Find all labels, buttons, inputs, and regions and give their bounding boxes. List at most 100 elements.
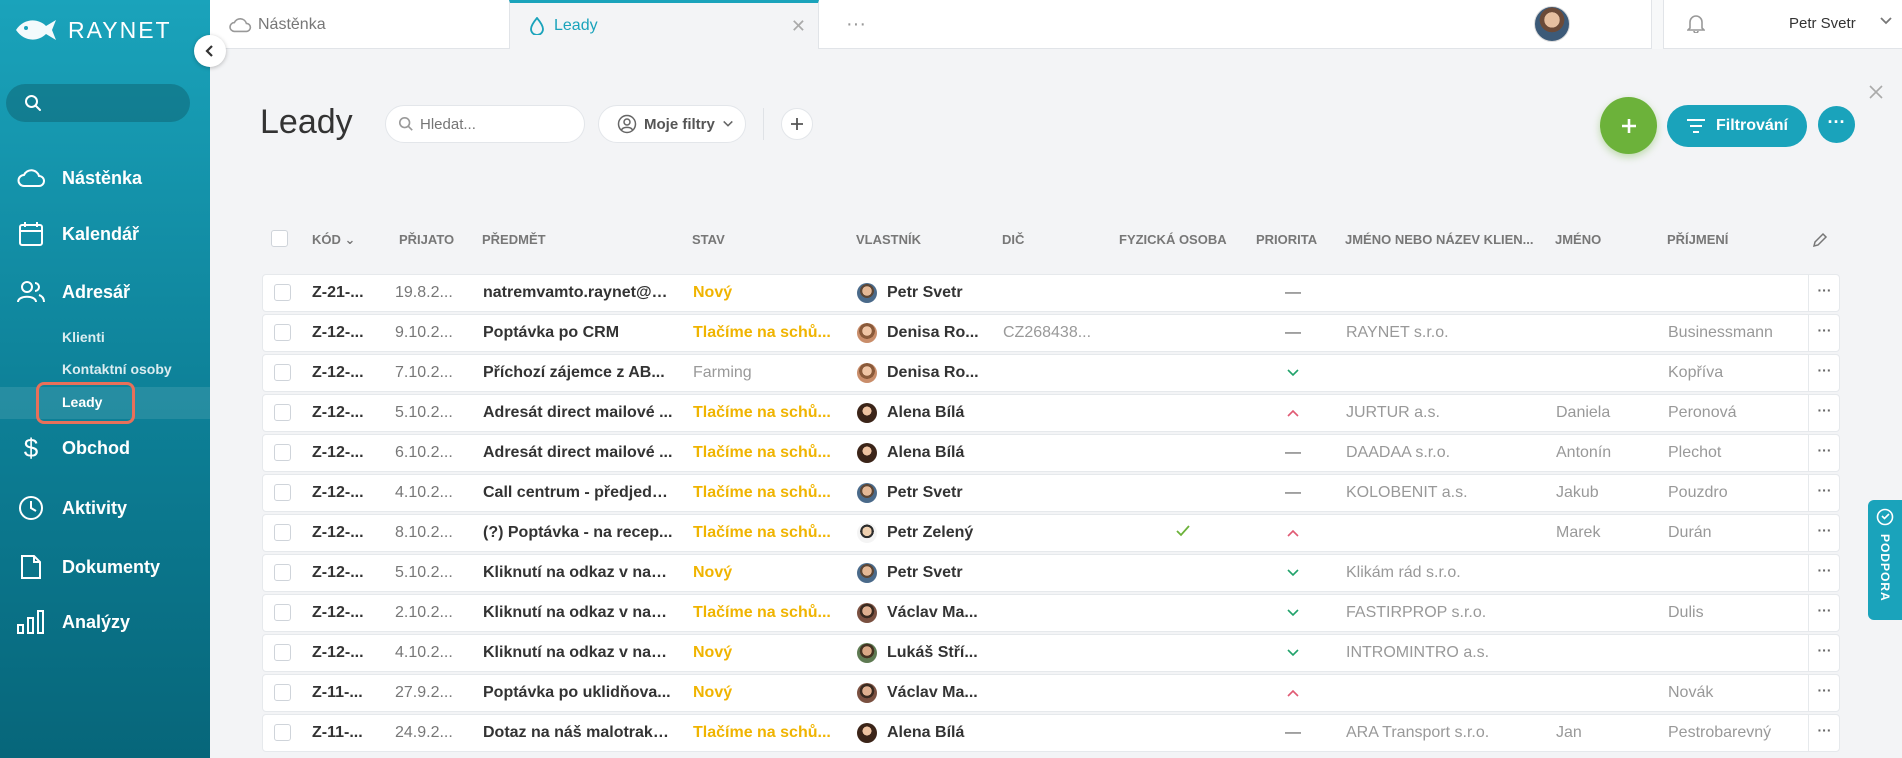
cell-klient[interactable] — [1346, 355, 1536, 391]
column-header-fyzicka-osoba[interactable]: FYZICKÁ OSOBA — [1119, 232, 1227, 247]
row-menu-button[interactable]: ··· — [1808, 475, 1840, 511]
sidebar-search[interactable] — [6, 84, 190, 122]
row-checkbox[interactable] — [274, 444, 291, 461]
row-menu-button[interactable]: ··· — [1808, 395, 1840, 431]
table-row[interactable]: Z-12-... 5.10.2... Kliknutí na odkaz v naš… — [262, 554, 1840, 592]
more-options-button[interactable]: ··· — [1818, 106, 1855, 143]
cell-klient[interactable]: FASTIRPROP s.r.o. — [1346, 595, 1536, 631]
cell-klient[interactable]: INTROMINTRO a.s. — [1346, 635, 1536, 671]
edit-columns-icon[interactable] — [1812, 232, 1828, 251]
sidebar-item-kalendar[interactable]: Kalendář — [0, 214, 210, 254]
row-checkbox[interactable] — [274, 644, 291, 661]
table-row[interactable]: Z-12-... 6.10.2... Adresát direct mailové … — [262, 434, 1840, 472]
row-menu-button[interactable]: ··· — [1808, 355, 1840, 391]
cell-klient[interactable]: DAADAA s.r.o. — [1346, 435, 1536, 471]
sidebar-collapse-button[interactable] — [194, 35, 226, 67]
my-filters-dropdown[interactable]: Moje filtry — [598, 105, 746, 143]
cell-kod[interactable]: Z-12-... — [312, 315, 368, 351]
row-menu-button[interactable]: ··· — [1808, 315, 1840, 351]
cell-vlastnik[interactable]: Václav Ma... — [857, 675, 997, 711]
cell-kod[interactable]: Z-12-... — [312, 395, 368, 431]
sidebar-sub-klienti[interactable]: Klienti — [62, 329, 105, 345]
cell-kod[interactable]: Z-12-... — [312, 355, 368, 391]
column-header-prijato[interactable]: PŘIJATO — [399, 232, 454, 247]
search-field[interactable] — [385, 105, 585, 143]
table-row[interactable]: Z-11-... 24.9.2... Dotaz na náš malotrakto… — [262, 714, 1840, 752]
sidebar-item-nastenka[interactable]: Nástěnka — [0, 158, 210, 198]
chevron-down-icon[interactable] — [1879, 14, 1893, 33]
row-checkbox[interactable] — [274, 684, 291, 701]
cell-klient[interactable]: KOLOBENIT a.s. — [1346, 475, 1536, 511]
cell-kod[interactable]: Z-12-... — [312, 635, 368, 671]
cell-vlastnik[interactable]: Lukáš Stří... — [857, 635, 997, 671]
row-checkbox[interactable] — [274, 564, 291, 581]
bell-icon[interactable] — [1686, 13, 1706, 38]
cell-kod[interactable]: Z-21-... — [312, 275, 368, 311]
sidebar-item-adresar[interactable]: Adresář — [0, 272, 210, 312]
row-checkbox[interactable] — [274, 284, 291, 301]
cell-klient[interactable] — [1346, 275, 1536, 311]
table-row[interactable]: Z-12-... 8.10.2... (?) Poptávka - na recep… — [262, 514, 1840, 552]
tab-close-icon[interactable]: ✕ — [791, 16, 806, 37]
cell-klient[interactable] — [1346, 515, 1536, 551]
cell-vlastnik[interactable]: Alena Bílá — [857, 715, 997, 751]
cell-vlastnik[interactable]: Václav Ma... — [857, 595, 997, 631]
cell-predmet[interactable]: Call centrum - předjedn... — [483, 475, 673, 511]
row-menu-button[interactable]: ··· — [1808, 715, 1840, 751]
column-header-vlastnik[interactable]: VLASTNÍK — [856, 232, 921, 247]
row-menu-button[interactable]: ··· — [1808, 515, 1840, 551]
cell-predmet[interactable]: Kliknutí na odkaz v naš... — [483, 595, 673, 631]
sidebar-item-aktivity[interactable]: Aktivity — [0, 488, 210, 528]
table-row[interactable]: Z-21-... 19.8.2... natremvamto.raynet@c...… — [262, 274, 1840, 312]
cell-vlastnik[interactable]: Petr Zelený — [857, 515, 997, 551]
table-row[interactable]: Z-12-... 2.10.2... Kliknutí na odkaz v naš… — [262, 594, 1840, 632]
cell-kod[interactable]: Z-11-... — [312, 675, 368, 711]
table-row[interactable]: Z-12-... 7.10.2... Příchozí zájemce z AB..… — [262, 354, 1840, 392]
column-header-predmet[interactable]: PŘEDMĚT — [482, 232, 546, 247]
search-input[interactable] — [420, 115, 570, 133]
cell-kod[interactable]: Z-12-... — [312, 475, 368, 511]
row-menu-button[interactable]: ··· — [1808, 675, 1840, 711]
more-tabs-button[interactable]: ··· — [846, 0, 886, 49]
cell-predmet[interactable]: Poptávka po uklidňova... — [483, 675, 673, 711]
cell-klient[interactable] — [1346, 675, 1536, 711]
close-icon[interactable] — [1868, 84, 1884, 105]
cell-predmet[interactable]: Kliknutí na odkaz v naš... — [483, 555, 673, 591]
cell-predmet[interactable]: Poptávka po CRM — [483, 315, 673, 351]
cell-predmet[interactable]: Dotaz na náš malotraktor — [483, 715, 673, 751]
sidebar-item-analyzy[interactable]: Analýzy — [0, 602, 210, 642]
table-row[interactable]: Z-12-... 4.10.2... Call centrum - předjedn… — [262, 474, 1840, 512]
sidebar-item-dokumenty[interactable]: Dokumenty — [0, 547, 210, 587]
row-checkbox[interactable] — [274, 724, 291, 741]
cell-predmet[interactable]: natremvamto.raynet@c... — [483, 275, 673, 311]
sidebar-item-obchod[interactable]: $ Obchod — [0, 428, 210, 468]
cell-klient[interactable]: ARA Transport s.r.o. — [1346, 715, 1536, 751]
table-row[interactable]: Z-12-... 4.10.2... Kliknutí na odkaz v naš… — [262, 634, 1840, 672]
table-row[interactable]: Z-12-... 9.10.2... Poptávka po CRM Tlačíme … — [262, 314, 1840, 352]
cell-predmet[interactable]: Kliknutí na odkaz v naš... — [483, 635, 673, 671]
add-filter-button[interactable] — [781, 108, 813, 140]
cell-kod[interactable]: Z-11-... — [312, 715, 368, 751]
column-header-dic[interactable]: DIČ — [1002, 232, 1024, 247]
cell-kod[interactable]: Z-12-... — [312, 435, 368, 471]
tab-nastenka[interactable]: Nástěnka — [228, 0, 518, 49]
cell-vlastnik[interactable]: Denisa Ro... — [857, 355, 997, 391]
row-checkbox[interactable] — [274, 364, 291, 381]
row-menu-button[interactable]: ··· — [1808, 275, 1840, 311]
tab-leady[interactable]: Leady ✕ — [509, 0, 819, 49]
select-all-checkbox[interactable] — [271, 230, 288, 247]
cell-vlastnik[interactable]: Denisa Ro... — [857, 315, 997, 351]
cell-kod[interactable]: Z-12-... — [312, 555, 368, 591]
column-header-klient[interactable]: JMÉNO NEBO NÁZEV KLIEN... — [1345, 232, 1535, 247]
cell-vlastnik[interactable]: Alena Bílá — [857, 435, 997, 471]
cell-vlastnik[interactable]: Petr Svetr — [857, 275, 997, 311]
cell-vlastnik[interactable]: Petr Svetr — [857, 475, 997, 511]
column-header-kod[interactable]: KÓD ⌄ — [312, 232, 355, 248]
cell-klient[interactable]: JURTUR a.s. — [1346, 395, 1536, 431]
sidebar-sub-kontaktni-osoby[interactable]: Kontaktní osoby — [62, 361, 172, 377]
column-header-stav[interactable]: STAV — [692, 232, 725, 247]
cell-predmet[interactable]: Adresát direct mailové ... — [483, 395, 673, 431]
row-checkbox[interactable] — [274, 524, 291, 541]
column-header-jmeno[interactable]: JMÉNO — [1555, 232, 1601, 247]
row-checkbox[interactable] — [274, 404, 291, 421]
